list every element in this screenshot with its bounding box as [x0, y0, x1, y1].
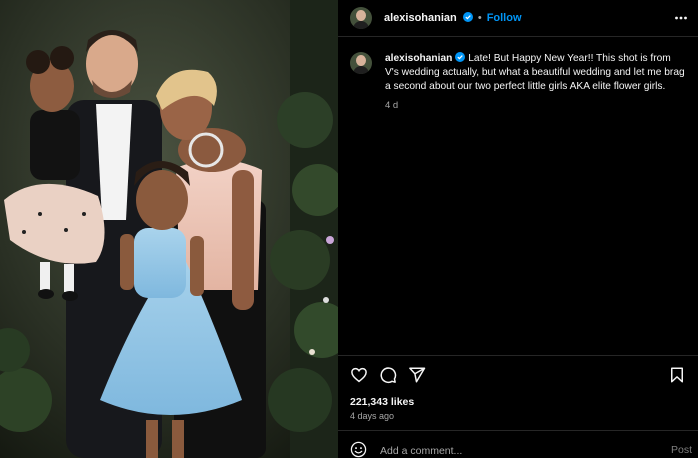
bookmark-icon[interactable] — [668, 366, 686, 384]
action-bar — [350, 366, 686, 384]
post-header: alexisohanian • Follow — [338, 0, 698, 36]
like-count[interactable]: 221,343 likes — [350, 396, 414, 408]
actions-divider — [338, 355, 698, 356]
post-timestamp[interactable]: 4 days ago — [350, 411, 394, 421]
author-username-text[interactable]: alexisohanian — [384, 12, 457, 24]
share-icon[interactable] — [408, 366, 426, 384]
follow-button[interactable]: Follow — [487, 12, 522, 24]
post-media[interactable] — [0, 0, 338, 458]
comment-divider — [338, 430, 698, 431]
heart-icon[interactable] — [350, 366, 368, 384]
comment-bar: Post — [338, 437, 698, 458]
caption-timestamp[interactable]: 4 d — [385, 99, 685, 113]
comment-input[interactable] — [380, 444, 640, 458]
verified-badge-icon — [462, 12, 473, 22]
author-username[interactable]: alexisohanian — [384, 12, 473, 24]
more-options-icon[interactable] — [674, 12, 688, 24]
post-comment-button[interactable]: Post — [671, 444, 692, 456]
header-divider — [338, 36, 698, 37]
caption-author-username[interactable]: alexisohanian — [385, 52, 466, 64]
instagram-post: alexisohanian • Follow alexisohanian Lat… — [0, 0, 698, 458]
author-avatar[interactable] — [350, 7, 372, 29]
post-panel: alexisohanian • Follow alexisohanian Lat… — [338, 0, 698, 458]
header-separator: • — [477, 12, 482, 24]
caption-body: alexisohanian Late! But Happy New Year!!… — [385, 52, 685, 113]
emoji-icon[interactable] — [350, 441, 367, 458]
post-caption: alexisohanian Late! But Happy New Year!!… — [350, 52, 686, 113]
caption-author-username-text[interactable]: alexisohanian — [385, 53, 452, 64]
family-photo — [0, 0, 338, 458]
verified-badge-icon — [455, 52, 466, 62]
caption-author-avatar[interactable] — [350, 52, 372, 74]
comment-icon[interactable] — [379, 366, 397, 384]
